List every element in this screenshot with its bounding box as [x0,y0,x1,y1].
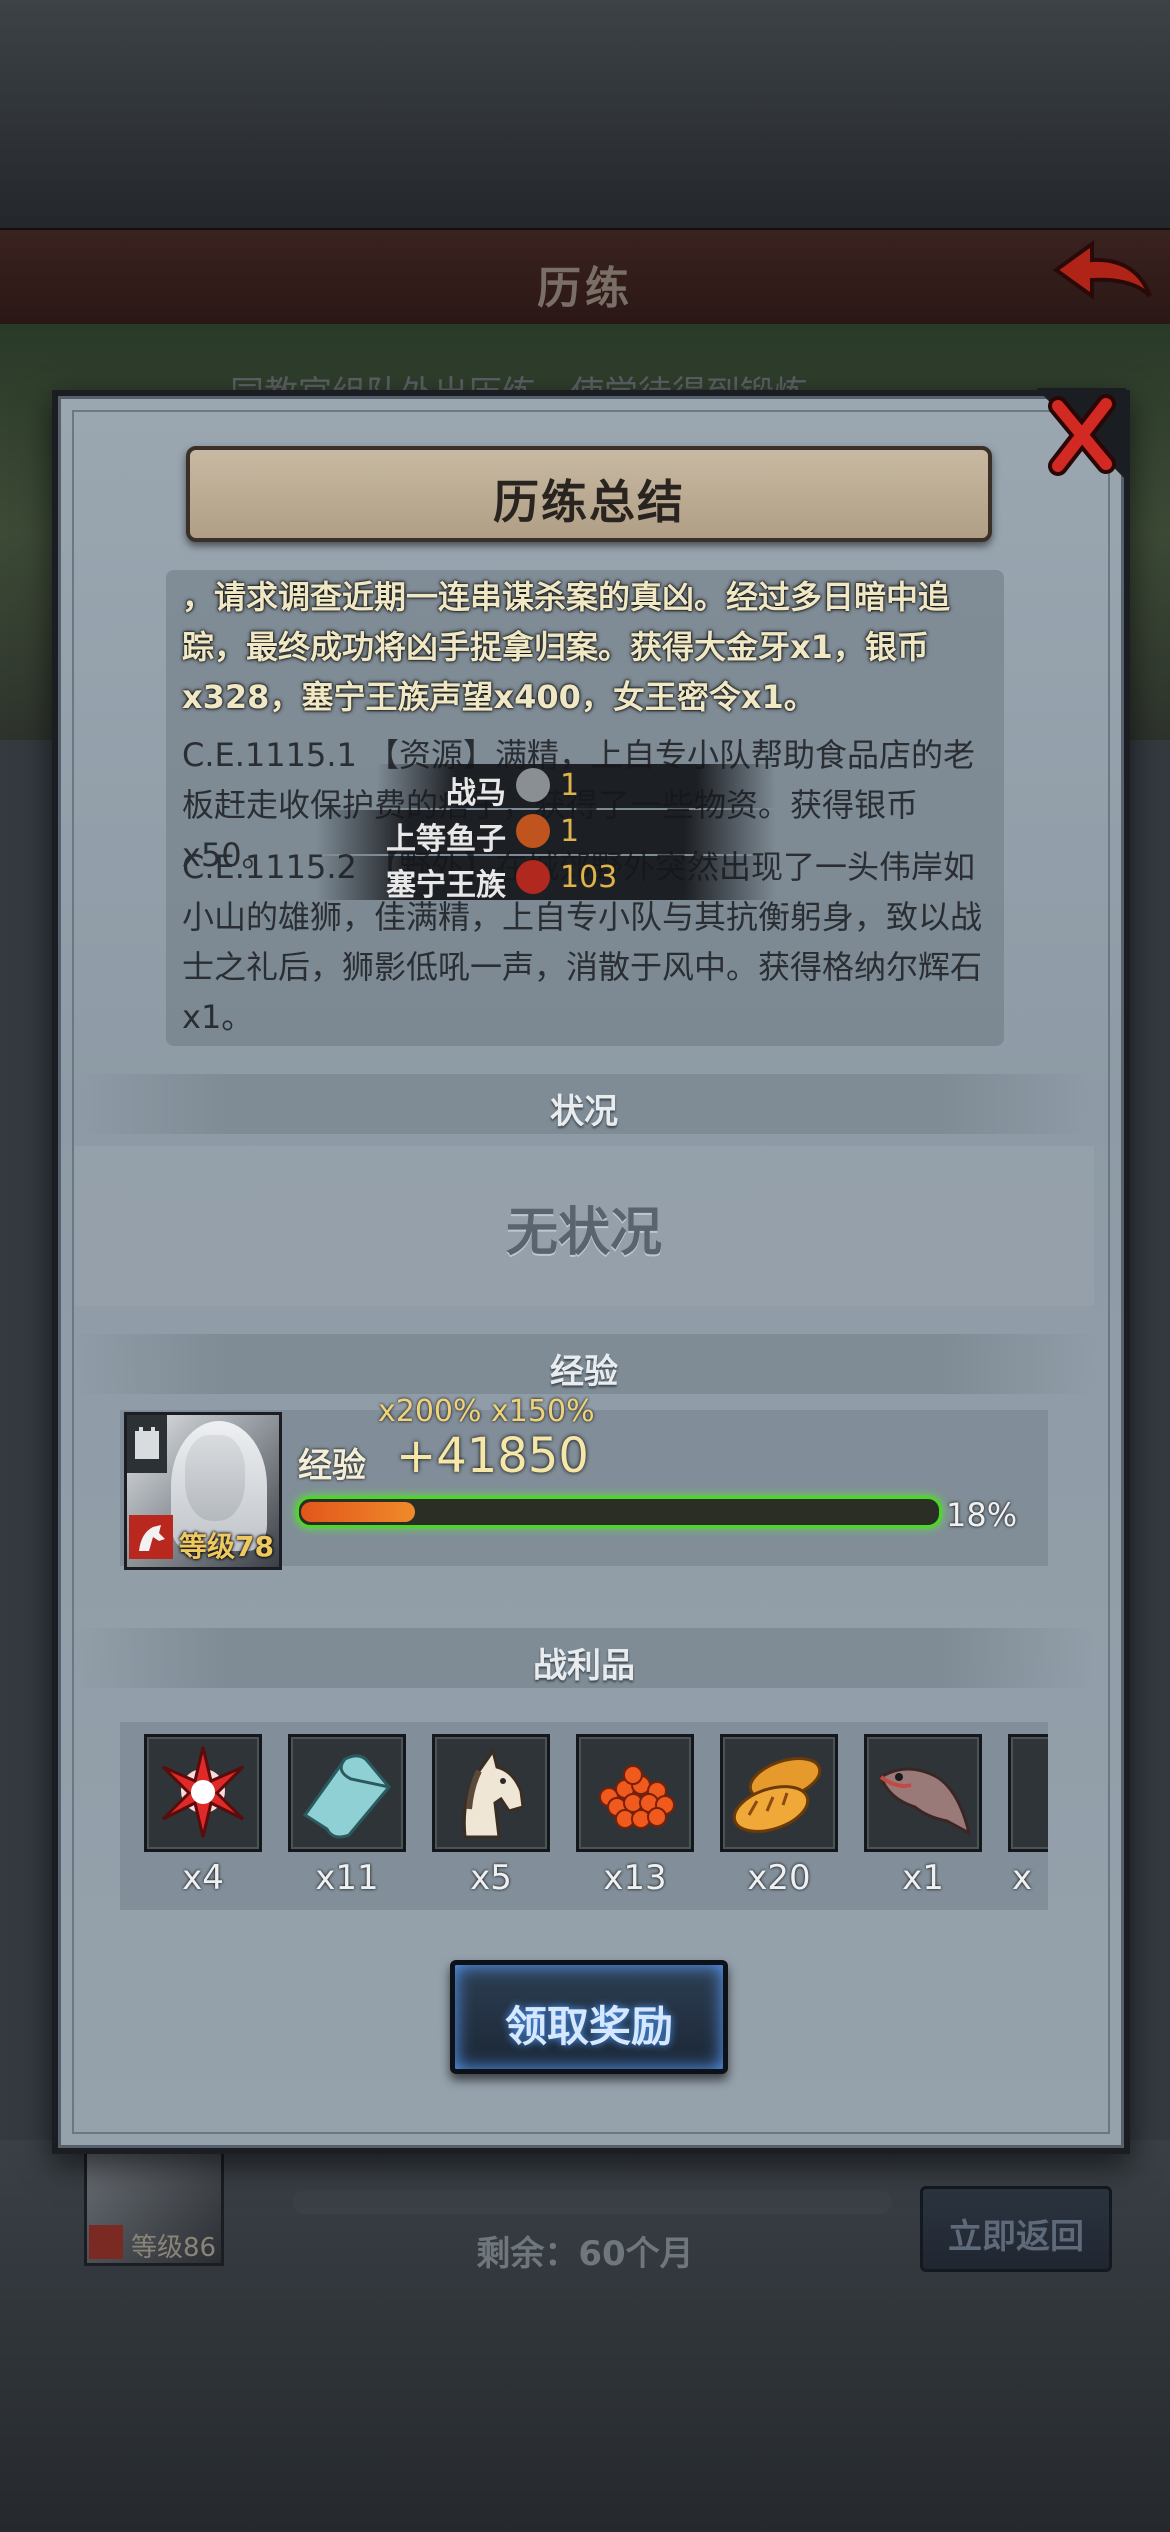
tooltip-label: 上等鱼子 [386,822,506,857]
loot-count: x20 [747,1858,811,1898]
loot-item[interactable]: x [1008,1734,1048,1898]
loot-item[interactable]: x5 [432,1734,550,1898]
back-arrow-icon[interactable] [1046,236,1156,320]
fish-icon [879,1767,972,1836]
dialog-title: 历练总结 [493,475,685,529]
status-value: 无状况 [505,1203,662,1263]
bread-icon [732,1757,822,1833]
tooltip-row: 战马 1 [376,764,776,811]
return-now-label: 立即返回 [948,2217,1084,2257]
loot-header: 战利品 [74,1628,1094,1688]
loot-item[interactable]: x11 [288,1734,406,1898]
exp-progress-bar [296,1496,942,1528]
status-header: 状况 [74,1074,1094,1134]
remaining-progress-bar [292,2190,892,2214]
loot-count: x13 [603,1858,667,1898]
exp-progress-fill [301,1502,416,1522]
title-banner: 历练总结 [186,446,992,542]
horse-badge-icon [129,1515,173,1559]
claim-reward-label: 领取奖励 [504,2002,673,2051]
exp-percent: 18% [946,1496,1018,1534]
exp-header: 经验 [74,1334,1094,1394]
loot-count: x11 [315,1858,379,1898]
loot-count: x4 [182,1858,224,1898]
tooltip-value: 1 [560,814,580,849]
tooltip-value: 1 [560,768,580,803]
reward-tooltip: 战马 1 上等鱼子 1 塞宁王族 103 [316,764,836,924]
tooltip-label: 塞宁王族 [386,868,506,903]
page-title: 历练 [537,263,633,314]
hero-face [185,1435,245,1521]
exp-label: 经验 [298,1446,366,1486]
tower-icon [127,1415,167,1473]
exp-heading: 经验 [550,1352,618,1392]
claim-reward-button[interactable]: 领取奖励 [450,1960,728,2074]
status-area: 无状况 [74,1146,1094,1306]
hero-level: 等级78 [179,1530,274,1563]
log-entry: ，请求调查近期一连串谋杀案的真凶。经过多日暗中追踪，最终成功将凶手捉拿归案。获得… [182,578,951,716]
loot-count: x [1012,1858,1033,1898]
header-bar: 历练 [0,228,1170,328]
horse-icon [516,768,550,802]
close-icon[interactable] [1036,388,1126,480]
status-heading: 状况 [550,1092,618,1132]
exp-multipliers: x200% x150% [378,1394,595,1429]
loot-item[interactable]: x20 [720,1734,838,1898]
loot-item[interactable]: x13 [576,1734,694,1898]
caviar-icon [516,814,550,848]
royal-crest-icon [516,860,550,894]
item-slot [1008,1734,1048,1852]
loot-heading: 战利品 [533,1646,635,1686]
tooltip-value: 103 [560,860,618,895]
tooltip-label: 战马 [446,776,506,811]
loot-count: x5 [470,1858,512,1898]
tooltip-row: 塞宁王族 103 [316,856,776,903]
hero-portrait[interactable]: 等级78 [124,1412,282,1570]
loot-count: x1 [902,1858,944,1898]
loot-item[interactable]: x4 [144,1734,262,1898]
loot-list[interactable]: x4 x11 x5 x13 x20 x1 x [120,1722,1048,1910]
exp-gain: +41850 [396,1428,589,1484]
top-background [0,0,1170,230]
loot-item[interactable]: x1 [864,1734,982,1898]
caviar-icon [599,1765,675,1829]
return-now-button[interactable]: 立即返回 [920,2186,1112,2272]
cloth-roll-icon [302,1754,391,1839]
horse-icon [462,1747,525,1839]
star-shard-icon [161,1746,245,1838]
tooltip-row: 上等鱼子 1 [316,810,776,857]
